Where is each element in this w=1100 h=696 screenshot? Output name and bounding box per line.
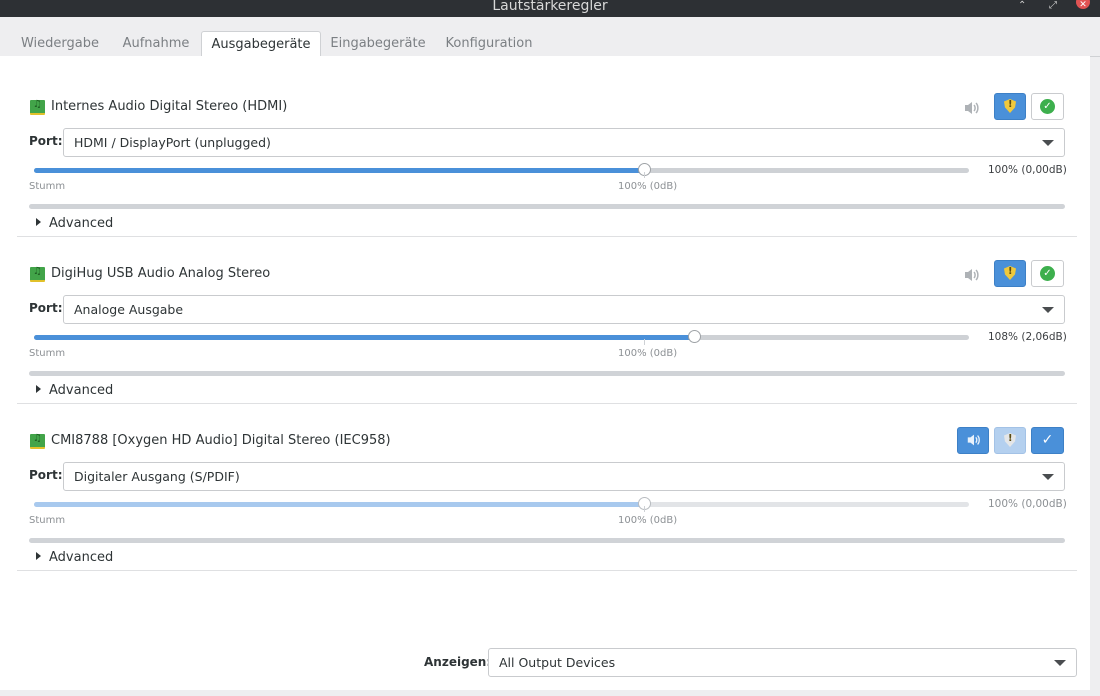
window-title: Lautstärkeregler — [492, 0, 608, 14]
volume-slider[interactable] — [34, 163, 969, 176]
expander-arrow-icon — [36, 218, 41, 226]
expander-arrow-icon — [36, 552, 41, 560]
port-label: Port: — [29, 301, 63, 315]
balance-bar — [29, 204, 1065, 209]
tab-playback[interactable]: Wiedergabe — [16, 33, 104, 56]
lock-channels-button[interactable] — [994, 260, 1026, 287]
lock-channels-button[interactable] — [994, 427, 1026, 454]
volume-slider[interactable] — [34, 497, 969, 510]
shield-lock-icon — [1004, 99, 1016, 113]
volume-value: 100% (0,00dB) — [988, 164, 1067, 176]
set-default-button[interactable]: ✓ — [1031, 260, 1064, 287]
shield-lock-icon — [1004, 266, 1016, 280]
tab-recording[interactable]: Aufnahme — [116, 33, 196, 56]
port-select[interactable]: Analoge Ausgabe — [63, 295, 1065, 324]
chevron-down-icon — [1042, 307, 1054, 313]
port-label: Port: — [29, 134, 63, 148]
device-name: CMI8788 [Oxygen HD Audio] Digital Stereo… — [51, 433, 391, 448]
port-select[interactable]: HDMI / DisplayPort (unplugged) — [63, 128, 1065, 157]
advanced-label: Advanced — [49, 383, 114, 398]
checkmark-icon: ✓ — [1040, 99, 1055, 114]
shield-lock-icon — [1004, 433, 1016, 447]
slider-tick — [644, 506, 645, 512]
lock-channels-button[interactable] — [994, 93, 1026, 120]
slider-mid-label: 100% (0dB) — [618, 348, 678, 359]
advanced-label: Advanced — [49, 550, 114, 565]
advanced-label: Advanced — [49, 216, 114, 231]
slider-tick — [644, 172, 645, 178]
device-row: CMI8788 [Oxygen HD Audio] Digital Stereo… — [17, 403, 1077, 571]
volume-value: 100% (0,00dB) — [988, 498, 1067, 510]
port-select[interactable]: Digitaler Ausgang (S/PDIF) — [63, 462, 1065, 491]
set-default-button[interactable]: ✓ — [1031, 93, 1064, 120]
balance-bar — [29, 371, 1065, 376]
advanced-expander[interactable]: Advanced — [36, 550, 113, 565]
volume-slider[interactable] — [34, 330, 969, 343]
set-default-button[interactable]: ✓ — [1031, 427, 1064, 454]
slider-min-label: Stumm — [29, 348, 66, 359]
speaker-icon — [963, 267, 981, 283]
sound-card-icon — [30, 266, 45, 282]
mute-button[interactable] — [957, 427, 989, 454]
show-devices-value: All Output Devices — [499, 655, 616, 670]
tab-bar: Wiedergabe Aufnahme Ausgabegeräte Eingab… — [0, 17, 1100, 59]
output-devices-panel: Internes Audio Digital Stereo (HDMI) ✓ P… — [0, 56, 1090, 690]
speaker-icon — [966, 432, 982, 452]
tab-output-devices[interactable]: Ausgabegeräte — [201, 31, 321, 59]
sound-card-icon — [30, 99, 45, 115]
minimize-icon[interactable]: ⌃ — [1018, 0, 1026, 17]
chevron-down-icon — [1042, 474, 1054, 480]
volume-fill — [34, 335, 696, 340]
balance-bar — [29, 538, 1065, 543]
port-label: Port: — [29, 468, 63, 482]
device-name: Internes Audio Digital Stereo (HDMI) — [51, 99, 288, 114]
checkmark-icon: ✓ — [1041, 432, 1054, 448]
speaker-icon — [963, 100, 981, 116]
title-bar: Lautstärkeregler ⌃ ⤢ ✕ — [0, 0, 1100, 17]
show-devices-select[interactable]: All Output Devices — [488, 648, 1077, 677]
show-label: Anzeigen: — [424, 655, 492, 669]
chevron-down-icon — [1054, 660, 1066, 666]
port-select-value: Analoge Ausgabe — [74, 302, 184, 317]
device-name: DigiHug USB Audio Analog Stereo — [51, 266, 271, 281]
expander-arrow-icon — [36, 385, 41, 393]
advanced-expander[interactable]: Advanced — [36, 383, 113, 398]
slider-tick — [644, 339, 645, 345]
slider-mid-label: 100% (0dB) — [618, 515, 678, 526]
volume-slider-handle[interactable] — [688, 330, 702, 343]
checkmark-icon: ✓ — [1040, 266, 1055, 281]
tab-input-devices[interactable]: Eingabegeräte — [327, 33, 429, 56]
port-select-value: Digitaler Ausgang (S/PDIF) — [74, 469, 240, 484]
maximize-icon[interactable]: ⤢ — [1049, 0, 1057, 17]
close-icon[interactable]: ✕ — [1076, 0, 1090, 10]
volume-value: 108% (2,06dB) — [988, 331, 1067, 343]
slider-min-label: Stumm — [29, 515, 66, 526]
device-row: Internes Audio Digital Stereo (HDMI) ✓ P… — [17, 69, 1077, 237]
tab-configuration[interactable]: Konfiguration — [441, 33, 537, 56]
chevron-down-icon — [1042, 140, 1054, 146]
port-select-value: HDMI / DisplayPort (unplugged) — [74, 135, 271, 150]
advanced-expander[interactable]: Advanced — [36, 216, 113, 231]
device-row: DigiHug USB Audio Analog Stereo ✓ Port: … — [17, 236, 1077, 404]
slider-min-label: Stumm — [29, 181, 66, 192]
slider-mid-label: 100% (0dB) — [618, 181, 678, 192]
sound-card-icon — [30, 433, 45, 449]
volume-fill — [34, 168, 645, 173]
volume-fill — [34, 502, 645, 507]
